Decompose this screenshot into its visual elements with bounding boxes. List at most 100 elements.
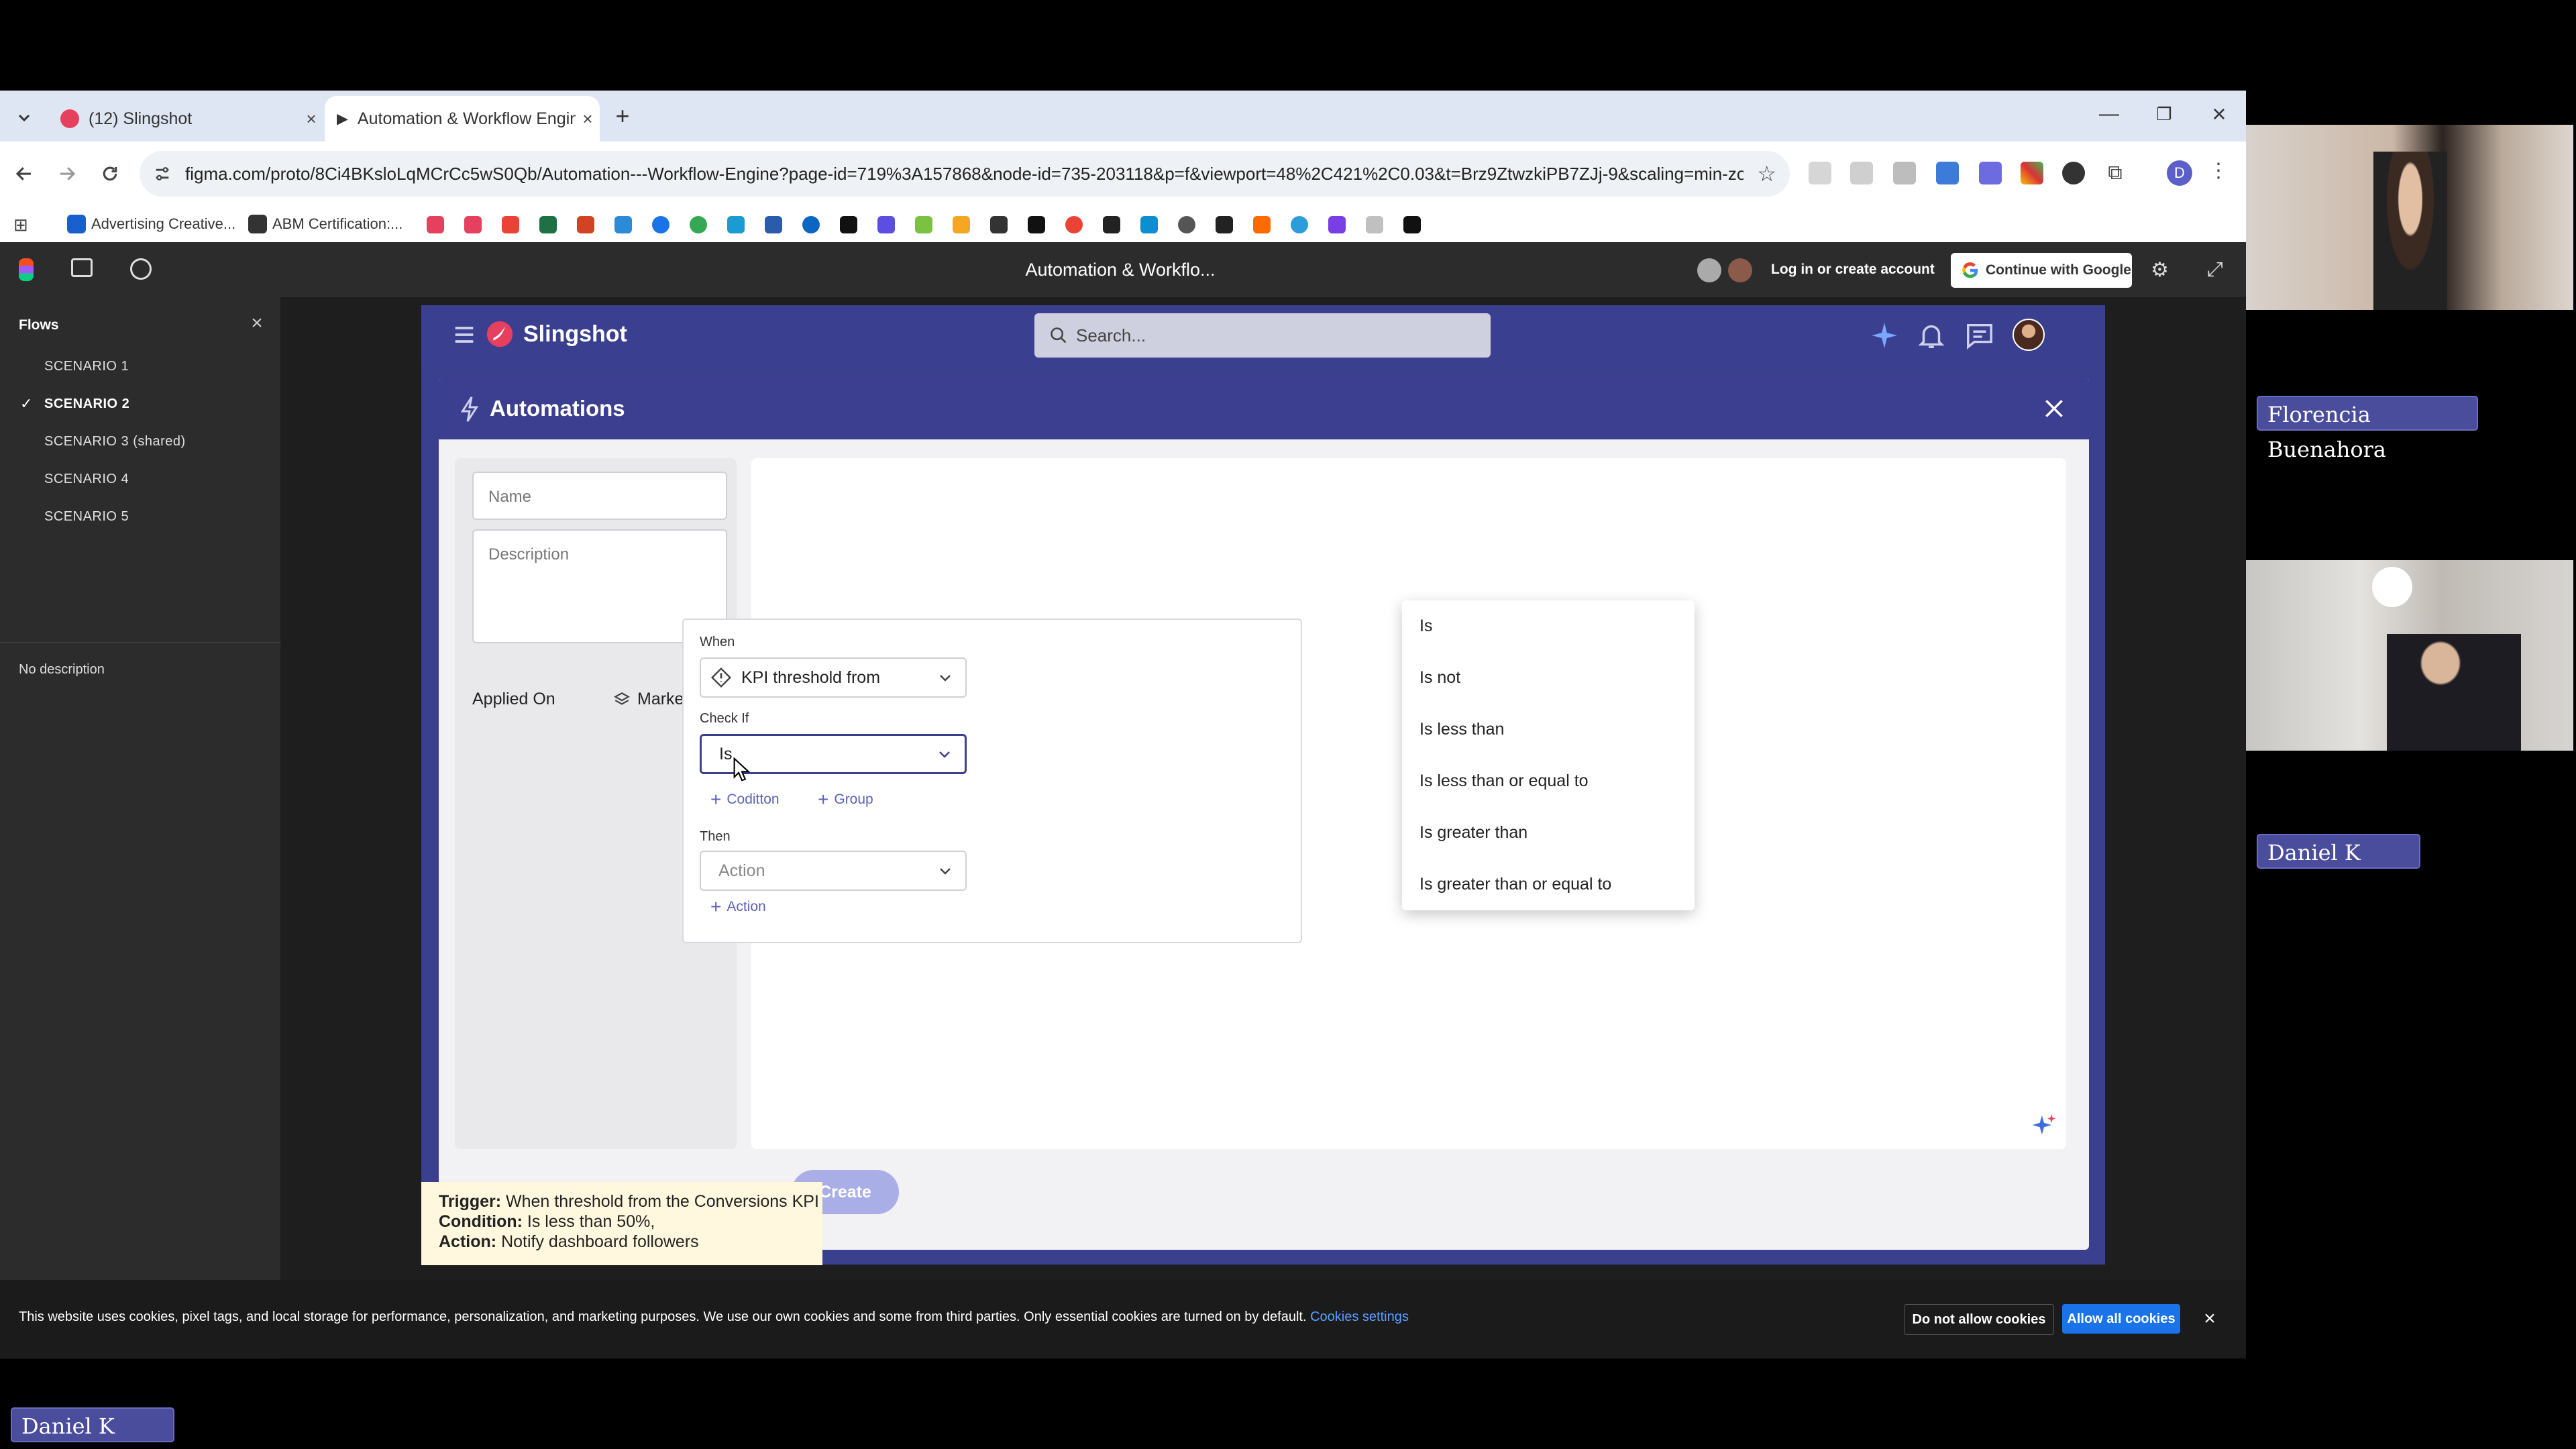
decline-cookies-button[interactable]: Do not allow cookies — [1904, 1304, 2054, 1335]
bookmark-icon[interactable] — [577, 216, 594, 233]
bookmark-icon[interactable] — [1328, 216, 1346, 233]
flow-item-scenario-5[interactable]: SCENARIO 5 — [44, 509, 129, 525]
close-icon[interactable]: × — [2198, 1307, 2222, 1331]
bookmark-icon[interactable] — [1216, 216, 1233, 233]
tab-automation[interactable]: ▶ Automation & Workflow Engine × — [325, 96, 600, 142]
profile-avatar[interactable]: D — [2167, 160, 2192, 186]
extension-icon[interactable] — [1809, 162, 1831, 184]
bookmark-icon[interactable] — [953, 216, 970, 233]
extension-icon[interactable] — [1936, 162, 1959, 184]
bookmark-icon[interactable] — [802, 216, 820, 233]
add-action-link[interactable]: + Action — [710, 896, 766, 918]
bookmark-icon[interactable] — [502, 216, 519, 233]
operator-option-is[interactable]: Is — [1419, 616, 1432, 636]
bookmark-icon[interactable] — [840, 216, 857, 233]
tab-title: (12) Slingshot — [89, 109, 193, 128]
bookmark-star-icon[interactable]: ☆ — [1757, 161, 1776, 186]
operator-option-greater-than-or-equal[interactable]: Is greater than or equal to — [1419, 875, 1611, 894]
when-dropdown[interactable]: KPI threshold from — [700, 657, 967, 698]
bookmark-abm[interactable]: ABM Certification:... — [248, 213, 402, 235]
comment-icon[interactable] — [130, 258, 152, 280]
new-tab-button[interactable]: + — [608, 101, 637, 131]
restore-button[interactable]: ❐ — [2137, 97, 2191, 131]
tab-search-button[interactable] — [9, 103, 39, 132]
flow-item-scenario-1[interactable]: SCENARIO 1 — [44, 359, 129, 374]
close-window-button[interactable]: × — [2192, 97, 2246, 131]
operator-option-is-not[interactable]: Is not — [1419, 668, 1460, 688]
bookmark-icon[interactable] — [464, 216, 482, 233]
slingshot-favicon — [60, 109, 79, 128]
kpi-diamond-icon — [710, 667, 732, 688]
login-link[interactable]: Log in or create account — [1771, 256, 1935, 284]
flow-item-scenario-3[interactable]: SCENARIO 3 (shared) — [44, 434, 186, 449]
app-header: Slingshot Search... — [421, 305, 2105, 364]
divider — [0, 642, 280, 643]
bookmark-icon[interactable] — [690, 216, 707, 233]
site-settings-icon[interactable] — [153, 164, 172, 183]
add-condition-link[interactable]: + Coditton — [710, 789, 780, 810]
bookmark-icon[interactable] — [539, 216, 557, 233]
search-input[interactable]: Search... — [1034, 313, 1491, 358]
bookmark-icon[interactable] — [1140, 216, 1158, 233]
extension-icon[interactable] — [1893, 162, 1916, 184]
bookmark-icon[interactable] — [1103, 216, 1120, 233]
sidebar-toggle-icon[interactable] — [71, 258, 93, 277]
bookmark-icon[interactable] — [915, 216, 932, 233]
sparkle-icon[interactable] — [2031, 1112, 2057, 1138]
apps-grid-icon[interactable]: ⊞ — [13, 215, 32, 234]
back-button[interactable] — [7, 156, 42, 191]
user-avatar[interactable] — [2012, 319, 2045, 351]
extension-icon[interactable] — [1850, 162, 1873, 184]
puzzle-icon[interactable]: ⧉ — [2104, 162, 2127, 184]
bookmark-icon[interactable] — [427, 216, 444, 233]
extension-icon[interactable] — [1979, 162, 2002, 184]
kebab-menu-icon[interactable]: ⋮ — [2208, 159, 2229, 182]
bookmark-icon[interactable] — [1403, 216, 1421, 233]
bookmark-icon[interactable] — [1253, 216, 1271, 233]
sparkle-icon[interactable] — [1869, 320, 1900, 351]
extension-icon[interactable] — [2021, 162, 2043, 184]
bookmark-icon[interactable] — [1178, 216, 1195, 233]
minimize-button[interactable]: — — [2082, 97, 2136, 131]
bookmark-icon[interactable] — [727, 216, 745, 233]
cookie-settings-link[interactable]: Cookies settings — [1310, 1309, 1409, 1324]
bookmark-icon[interactable] — [877, 216, 895, 233]
bookmark-icon[interactable] — [1065, 216, 1083, 233]
name-field[interactable]: Name — [472, 472, 727, 520]
close-tab-icon[interactable]: × — [299, 107, 323, 131]
accept-cookies-button[interactable]: Allow all cookies — [2062, 1304, 2180, 1334]
action-dropdown[interactable]: Action — [700, 851, 967, 891]
user-avatar[interactable] — [1697, 258, 1721, 282]
figma-logo-icon[interactable] — [19, 258, 34, 281]
operator-option-less-than-or-equal[interactable]: Is less than or equal to — [1419, 771, 1589, 791]
bookmark-icon[interactable] — [1291, 216, 1308, 233]
tab-slingshot[interactable]: (12) Slingshot × — [48, 96, 323, 142]
bookmark-icon[interactable] — [990, 216, 1008, 233]
extension-icon[interactable] — [2062, 162, 2085, 184]
flow-item-scenario-4[interactable]: SCENARIO 4 — [44, 472, 129, 487]
close-icon[interactable] — [2041, 395, 2068, 422]
chat-icon[interactable] — [1964, 320, 1995, 351]
lamp-light — [2372, 567, 2412, 607]
bookmark-advertising[interactable]: Advertising Creative... — [67, 213, 235, 235]
forward-button[interactable] — [50, 156, 85, 191]
url-field[interactable]: figma.com/proto/8Ci4BKsloLqMCrCc5wS0Qb/A… — [140, 151, 1790, 197]
bell-icon[interactable] — [1916, 320, 1947, 351]
operator-option-less-than[interactable]: Is less than — [1419, 720, 1504, 739]
bookmark-icon[interactable] — [1366, 216, 1383, 233]
bookmark-icon[interactable] — [765, 216, 782, 233]
operator-option-greater-than[interactable]: Is greater than — [1419, 823, 1527, 843]
hamburger-menu-icon[interactable] — [451, 321, 478, 348]
user-avatar[interactable] — [1728, 258, 1752, 282]
close-tab-icon[interactable]: × — [576, 107, 600, 131]
bookmark-icon[interactable] — [652, 216, 669, 233]
continue-with-google-button[interactable]: Continue with Google — [1951, 253, 2132, 288]
bookmark-icon[interactable] — [614, 216, 632, 233]
flow-item-scenario-2[interactable]: SCENARIO 2 — [44, 396, 129, 412]
bookmark-icon[interactable] — [1028, 216, 1045, 233]
settings-sliders-icon[interactable]: ⚙ — [2151, 258, 2169, 282]
add-group-link[interactable]: + Group — [818, 789, 873, 810]
fullscreen-icon[interactable]: ⤢ — [2207, 258, 2223, 281]
reload-button[interactable] — [93, 156, 127, 191]
close-icon[interactable]: × — [247, 313, 267, 333]
